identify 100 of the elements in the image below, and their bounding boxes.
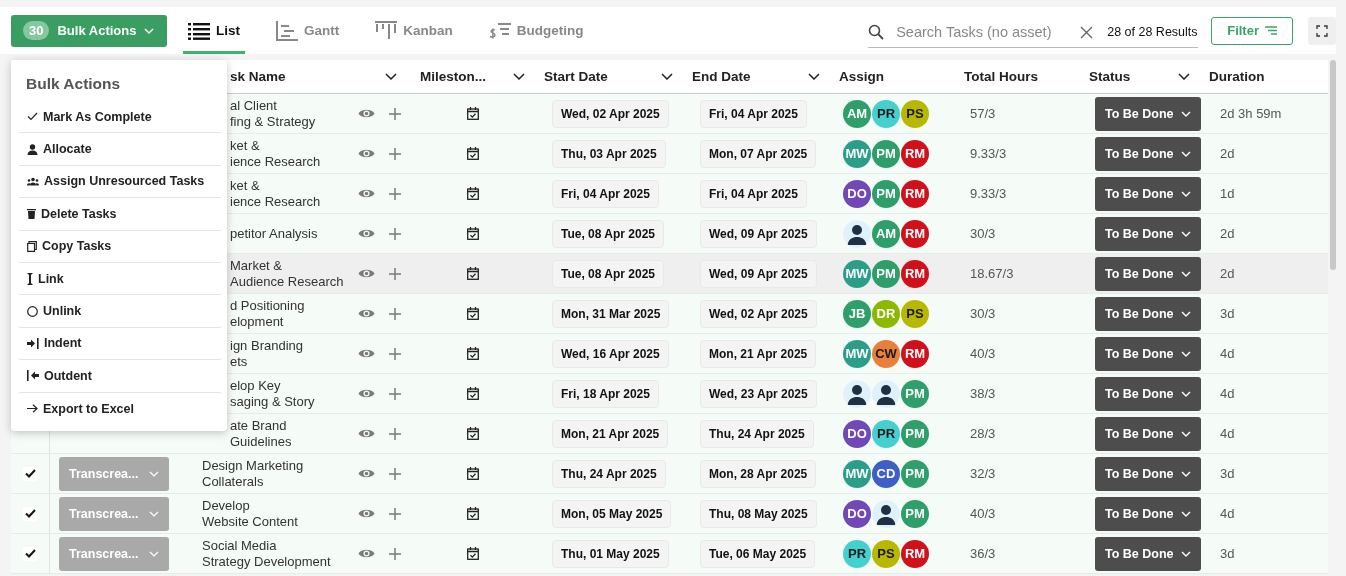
plus-icon[interactable] [389, 507, 401, 520]
menu-item[interactable]: Export to Excel [19, 392, 221, 425]
menu-item[interactable]: Mark As Complete [19, 101, 221, 134]
eye-icon[interactable] [358, 428, 375, 439]
plus-icon[interactable] [389, 547, 401, 560]
view-tab[interactable]: Kanban [370, 7, 458, 54]
plus-icon[interactable] [389, 467, 401, 480]
plus-icon[interactable] [389, 267, 401, 280]
row-checkbox[interactable] [23, 466, 37, 481]
status-dropdown[interactable]: To Be Done [1095, 376, 1201, 411]
eye-icon[interactable] [358, 468, 375, 479]
column-header[interactable]: Start Date [535, 69, 683, 84]
eye-icon[interactable] [358, 508, 375, 519]
menu-item[interactable]: Assign Unresourced Tasks [19, 165, 221, 199]
end-date-field[interactable]: Wed, 02 Apr 2025 [700, 299, 817, 328]
start-date-field[interactable]: Mon, 31 Mar 2025 [552, 299, 670, 328]
eye-icon[interactable] [358, 148, 375, 159]
plus-icon[interactable] [389, 227, 401, 240]
chevron-down-icon[interactable] [661, 73, 673, 80]
eye-icon[interactable] [358, 388, 375, 399]
chevron-down-icon[interactable] [385, 73, 397, 80]
start-date-field[interactable]: Thu, 24 Apr 2025 [552, 459, 666, 488]
scrollbar[interactable] [1330, 60, 1336, 270]
column-header[interactable]: Mileston... [410, 69, 535, 84]
search-field[interactable]: Search Tasks (no asset) [894, 23, 1071, 41]
view-tab[interactable]: Gantt [271, 7, 345, 54]
menu-item[interactable]: Copy Tasks [19, 230, 221, 263]
end-date-field[interactable]: Wed, 09 Apr 2025 [700, 259, 817, 288]
end-date-field[interactable]: Fri, 04 Apr 2025 [700, 99, 807, 128]
eye-icon[interactable] [358, 108, 375, 119]
end-date-field[interactable]: Fri, 04 Apr 2025 [700, 179, 807, 208]
eye-icon[interactable] [358, 348, 375, 359]
fullscreen-button[interactable] [1308, 16, 1336, 45]
menu-item[interactable]: Allocate [19, 133, 221, 166]
start-date-field[interactable]: Tue, 08 Apr 2025 [552, 259, 665, 288]
calendar-check-icon[interactable] [466, 267, 479, 280]
menu-item[interactable]: Unlink [19, 295, 221, 328]
clear-icon[interactable] [1080, 25, 1094, 39]
calendar-check-icon[interactable] [466, 387, 479, 400]
calendar-check-icon[interactable] [466, 347, 479, 360]
plus-icon[interactable] [389, 387, 401, 400]
end-date-field[interactable]: Mon, 07 Apr 2025 [700, 139, 817, 168]
plus-icon[interactable] [389, 107, 401, 120]
chevron-down-icon[interactable] [513, 73, 525, 80]
status-dropdown[interactable]: To Be Done [1095, 256, 1201, 291]
end-date-field[interactable]: Thu, 08 May 2025 [700, 499, 817, 528]
plus-icon[interactable] [389, 427, 401, 440]
calendar-check-icon[interactable] [466, 507, 479, 520]
calendar-check-icon[interactable] [466, 147, 479, 160]
end-date-field[interactable]: Wed, 09 Apr 2025 [700, 219, 817, 248]
start-date-field[interactable]: Mon, 21 Apr 2025 [552, 419, 669, 448]
menu-item[interactable]: Link [19, 262, 221, 296]
calendar-check-icon[interactable] [466, 187, 479, 200]
plus-icon[interactable] [389, 307, 401, 320]
column-header[interactable]: Assign [830, 69, 955, 84]
end-date-field[interactable]: Mon, 28 Apr 2025 [700, 459, 817, 488]
calendar-check-icon[interactable] [466, 307, 479, 320]
start-date-field[interactable]: Thu, 03 Apr 2025 [552, 139, 666, 168]
row-checkbox[interactable] [23, 546, 37, 561]
calendar-check-icon[interactable] [466, 427, 479, 440]
eye-icon[interactable] [358, 188, 375, 199]
column-header[interactable]: Duration [1200, 69, 1328, 84]
chevron-down-icon[interactable] [1178, 73, 1190, 80]
end-date-field[interactable]: Tue, 06 May 2025 [700, 539, 816, 568]
status-dropdown[interactable]: To Be Done [1095, 336, 1201, 371]
plus-icon[interactable] [389, 347, 401, 360]
status-dropdown[interactable]: To Be Done [1095, 416, 1201, 451]
start-date-field[interactable]: Tue, 08 Apr 2025 [552, 219, 665, 248]
menu-item[interactable]: Outdent [19, 360, 221, 393]
status-dropdown[interactable]: To Be Done [1095, 136, 1201, 171]
start-date-field[interactable]: Thu, 01 May 2025 [552, 539, 669, 568]
start-date-field[interactable]: Mon, 05 May 2025 [552, 499, 672, 528]
eye-icon[interactable] [358, 308, 375, 319]
chevron-down-icon[interactable] [808, 73, 820, 80]
eye-icon[interactable] [358, 548, 375, 559]
status-dropdown[interactable]: To Be Done [1095, 496, 1201, 531]
start-date-field[interactable]: Wed, 02 Apr 2025 [552, 99, 669, 128]
column-header[interactable]: End Date [683, 69, 830, 84]
plus-icon[interactable] [389, 147, 401, 160]
status-dropdown[interactable]: To Be Done [1095, 296, 1201, 331]
end-date-field[interactable]: Thu, 24 Apr 2025 [700, 419, 814, 448]
eye-icon[interactable] [358, 268, 375, 279]
column-header[interactable]: Total Hours [955, 69, 1080, 84]
row-checkbox[interactable] [23, 506, 37, 521]
status-dropdown[interactable]: To Be Done [1095, 176, 1201, 211]
end-date-field[interactable]: Wed, 23 Apr 2025 [700, 379, 817, 408]
plus-icon[interactable] [389, 187, 401, 200]
calendar-check-icon[interactable] [466, 547, 479, 560]
calendar-check-icon[interactable] [466, 467, 479, 480]
column-header[interactable]: Status [1080, 69, 1200, 84]
view-tab[interactable]: List [183, 7, 245, 54]
eye-icon[interactable] [358, 228, 375, 239]
calendar-check-icon[interactable] [466, 107, 479, 120]
status-dropdown[interactable]: To Be Done [1095, 96, 1201, 131]
column-header[interactable]: sk Name [230, 69, 410, 84]
start-date-field[interactable]: Fri, 04 Apr 2025 [552, 179, 659, 208]
view-tab[interactable]: Budgeting [483, 7, 589, 54]
calendar-check-icon[interactable] [466, 227, 479, 240]
end-date-field[interactable]: Mon, 21 Apr 2025 [700, 339, 817, 368]
menu-item[interactable]: Indent [19, 327, 221, 361]
